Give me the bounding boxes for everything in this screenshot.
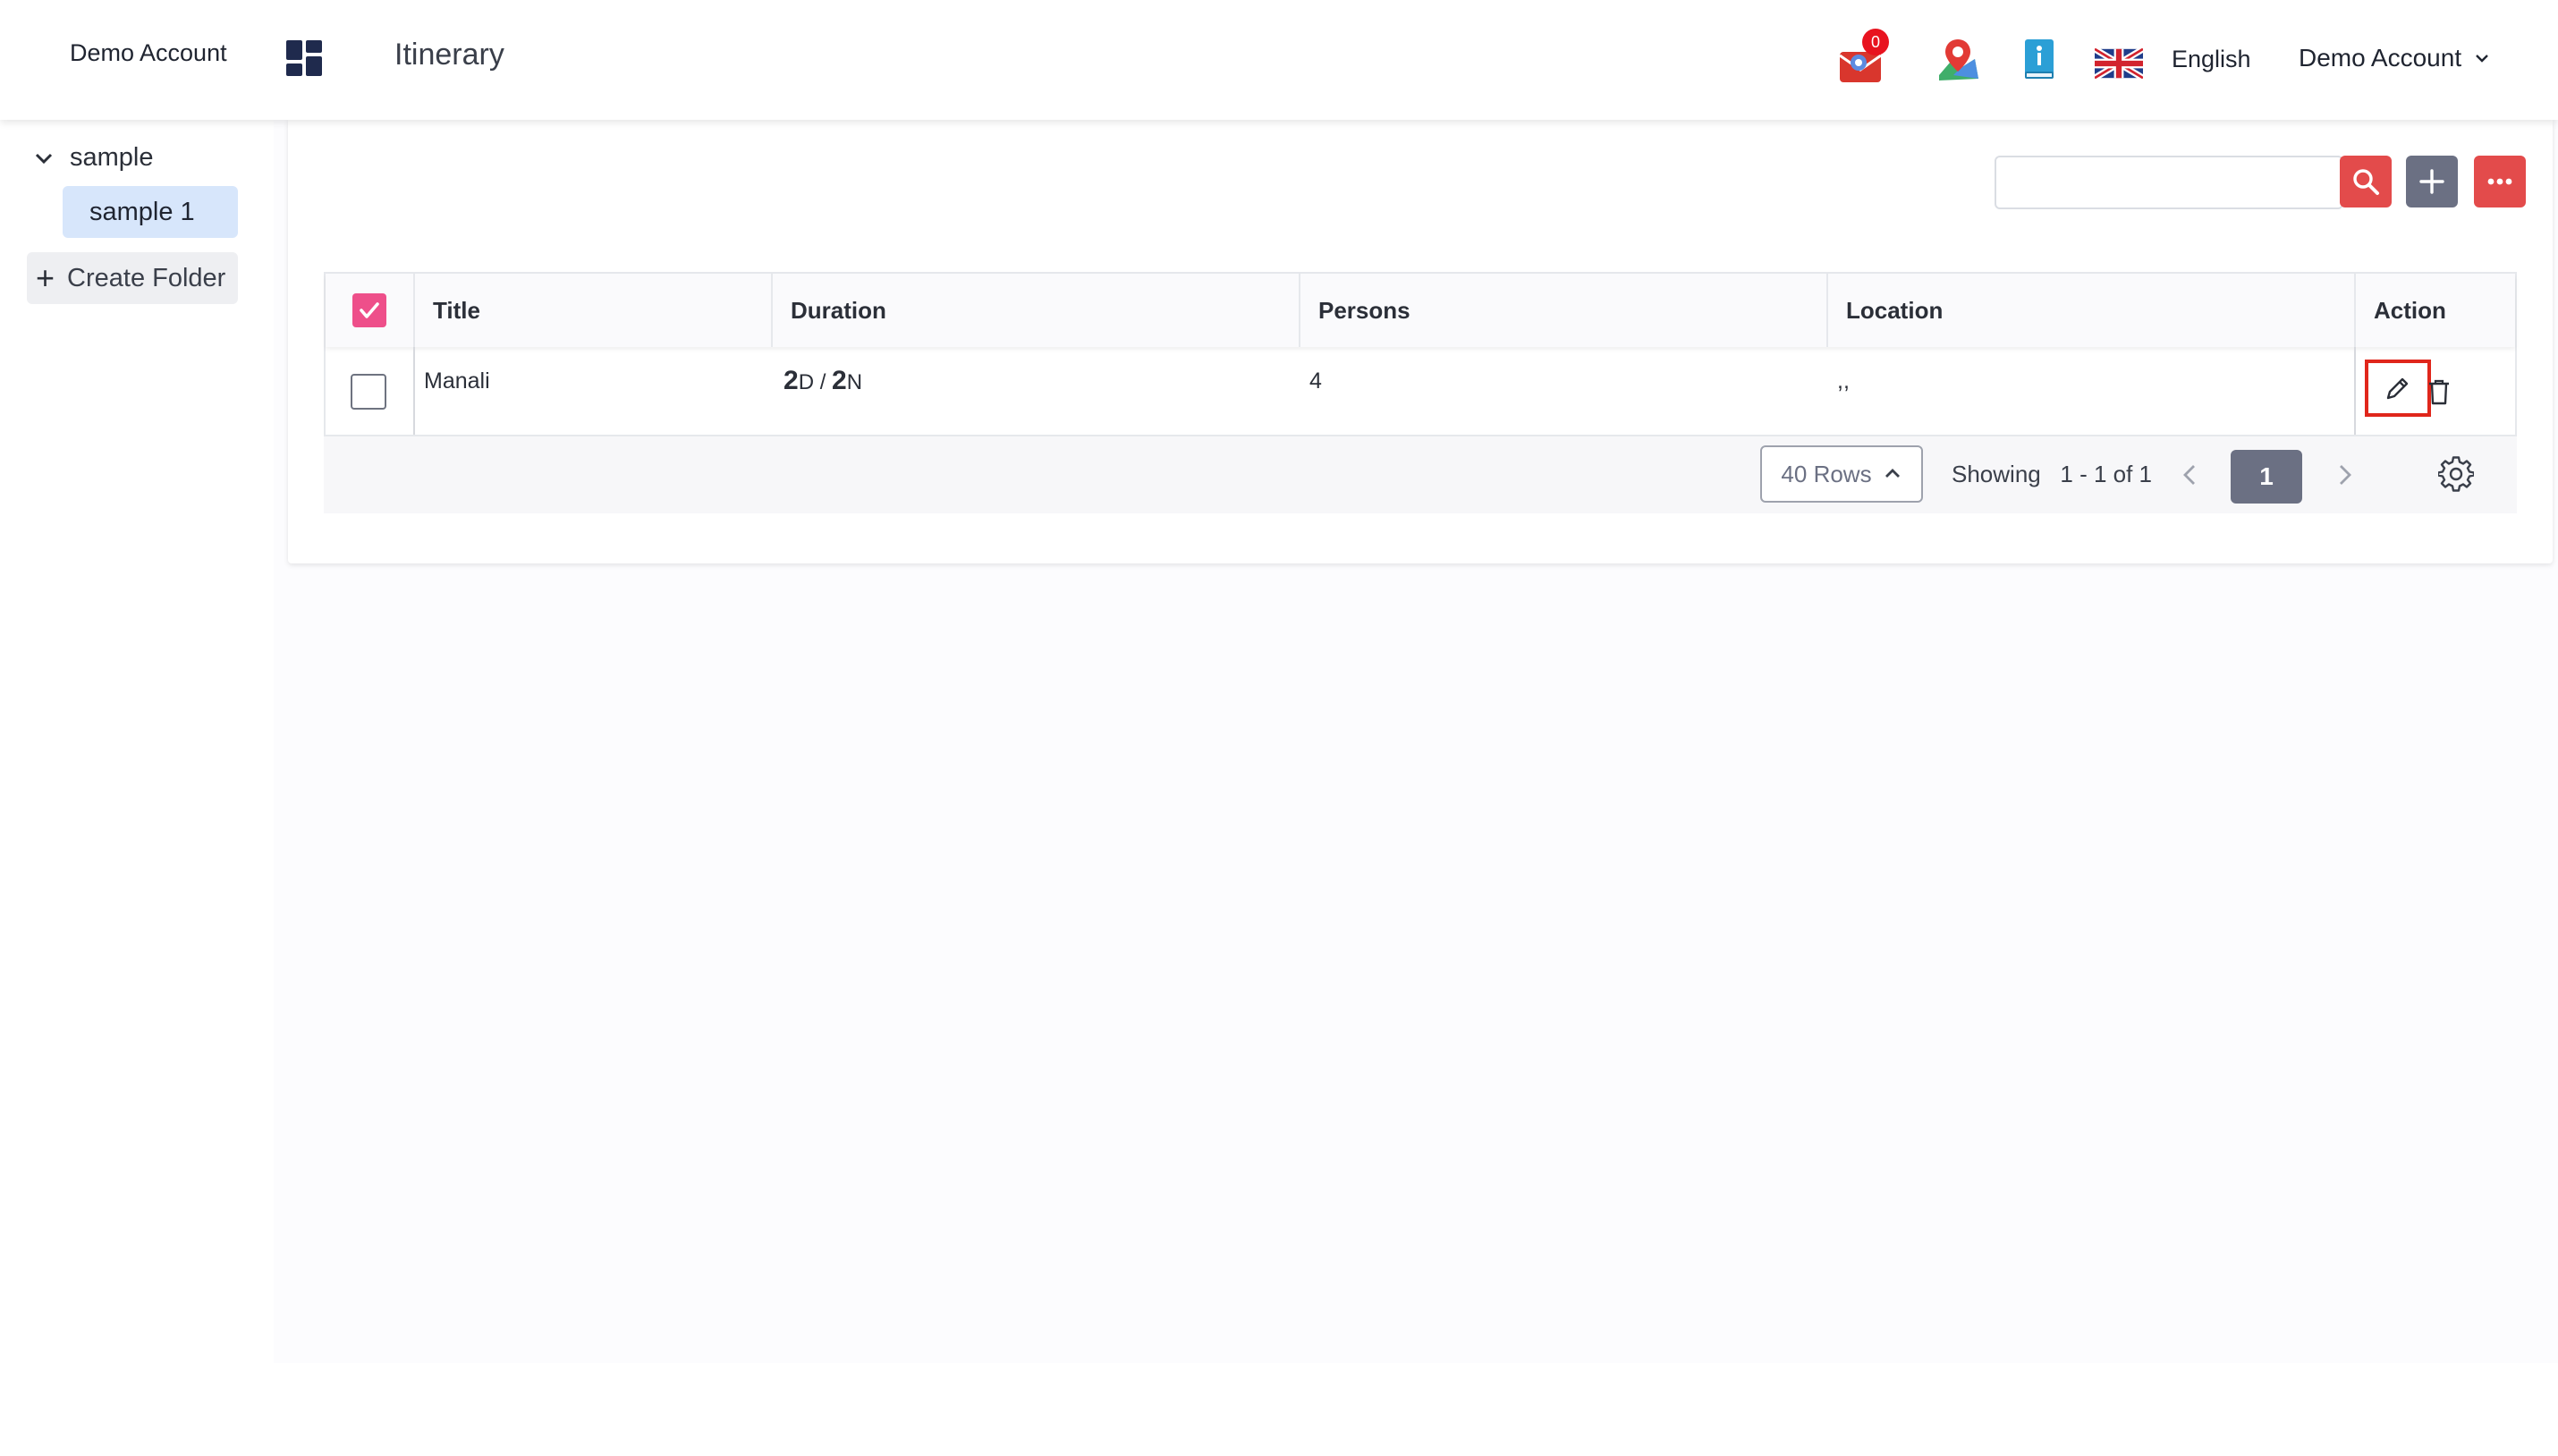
plus-icon [2419,169,2444,194]
map-location-icon[interactable] [1934,36,1982,84]
page-title: Itinerary [394,38,504,72]
cell-title: Manali [424,368,490,394]
table-settings-button[interactable] [2438,456,2474,492]
chevron-down-icon [2476,55,2488,63]
more-dots-icon [2487,178,2512,185]
language-label[interactable]: English [2172,46,2251,73]
cell-persons: 4 [1309,368,1322,394]
check-icon [360,302,379,318]
next-page-button[interactable] [2329,460,2359,490]
add-itinerary-button[interactable] [2406,156,2458,207]
account-name: Demo Account [2299,44,2462,72]
page-1-button[interactable]: 1 [2231,450,2302,504]
create-folder-label: Create Folder [67,263,226,292]
folder-sample[interactable]: sample [34,143,154,173]
chevron-left-icon [2183,465,2195,485]
column-header-duration[interactable]: Duration [791,274,886,347]
rows-per-page-label: 40 Rows [1781,460,1872,487]
rows-per-page-select[interactable]: 40 Rows [1760,445,1923,503]
select-all-checkbox[interactable] [352,293,386,327]
folder-label: sample [70,143,154,172]
search-input[interactable] [1995,156,2343,209]
create-folder-button[interactable]: + Create Folder [27,252,238,304]
cell-duration: 2D / 2N [783,366,863,395]
info-book-icon[interactable] [2014,36,2062,84]
trash-icon [2429,379,2449,405]
search-icon [2353,169,2379,195]
chevron-right-icon [2340,465,2351,485]
table-header: Title Duration Persons Location Action [326,274,2515,347]
chevron-down-icon [35,153,53,164]
folder-sidebar: sample sample 1 + Create Folder [0,120,268,1456]
column-header-action: Action [2374,297,2446,324]
plus-icon: + [36,259,55,296]
column-header-persons[interactable]: Persons [1318,274,1410,347]
pencil-icon [2386,377,2409,400]
column-header-location[interactable]: Location [1846,274,1943,347]
uk-flag-icon[interactable] [2095,48,2143,79]
chevron-up-icon [1885,469,1900,478]
dashboard-grid-icon[interactable] [284,38,324,78]
itinerary-table: Title Duration Persons Location Action M… [324,272,2517,436]
cell-location: ,, [1837,368,1850,394]
row-checkbox[interactable] [351,374,386,410]
top-header: Demo Account Itinerary 0 English Demo Ac… [0,0,2558,120]
showing-count: Showing 1 - 1 of 1 [1952,461,2153,487]
edit-button[interactable] [2365,360,2431,417]
mail-notification[interactable]: 0 [1837,29,1889,88]
gear-icon [2438,456,2474,492]
brand-name[interactable]: Demo Account [70,39,227,67]
delete-button[interactable] [2426,377,2452,406]
previous-page-button[interactable] [2175,460,2206,490]
account-menu[interactable]: Demo Account [2299,44,2490,72]
column-header-title[interactable]: Title [433,274,480,347]
more-options-button[interactable] [2474,156,2526,207]
mail-count-badge: 0 [1862,29,1889,55]
sidebar-item-sample-1[interactable]: sample 1 [63,186,238,238]
search-button[interactable] [2340,156,2392,207]
